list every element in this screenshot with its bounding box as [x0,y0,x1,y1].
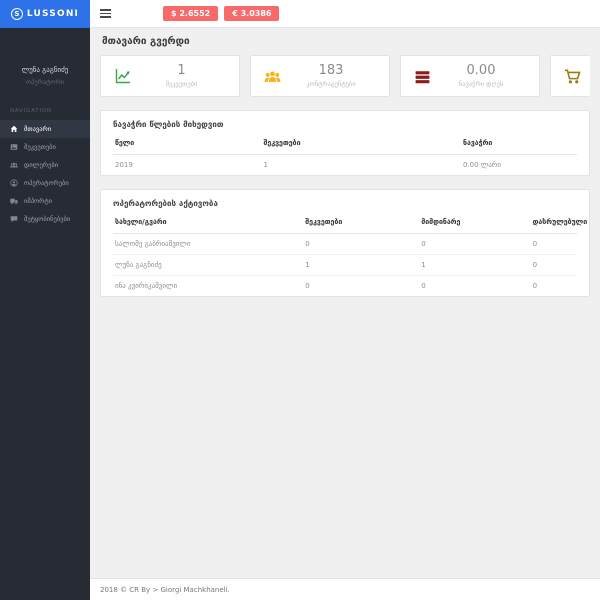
column-header: მიმდინარე [419,211,531,234]
table-header-row: წელი შეკვეთები ნავაჭრი [113,132,577,155]
stat-label: შეკვეთები [165,79,198,88]
table-cell: 1 [303,254,420,276]
user-role: ოპერატორი [25,78,65,86]
sidebar-item-messages[interactable]: შეტყობინებები [0,210,90,228]
sidebar-item-label: იმპორტი [24,197,52,205]
table-cell: სალომე გაბრიაშვილი [113,233,304,255]
operator-icon [10,179,18,187]
sidebar-item-dealers[interactable]: დილერები [0,156,90,174]
column-header: შეკვეთები [261,132,461,155]
user-name: ლუნა გაგნიძე [21,66,69,74]
stat-value: 183 [318,63,344,79]
table-row[interactable]: ლუნა გაგნიძე 1 1 0 [113,254,577,276]
sidebar-item-label: შეტყობინებები [24,215,71,223]
column-header: ნავაჭრი [460,132,577,155]
table-row[interactable]: სალომე გაბრიაშვილი 0 0 0 [113,233,577,255]
main-content: მთავარი გვერდი 1 შეკვეთები 183 კონტრაგენ… [90,28,600,578]
nav-section-label: NAVIGATION [10,108,52,114]
table-cell: 0 [530,233,577,255]
sidebar-item-label: დილერები [24,161,59,169]
table-cell: 0 [305,282,310,290]
footer: 2018 © CR By > Giorgi Machkhaneli. [90,578,600,600]
sidebar-item-orders[interactable]: შეკვეთები [0,138,90,156]
usd-rate-badge: $ 2.6552 [163,6,219,21]
table-cell: ინა კვირიკაშვილი [115,282,178,290]
brand-name: LUSSONI [26,9,80,19]
money-icon [414,68,431,85]
orders-icon [10,144,18,150]
stat-label: ნავაჭრი დღეს [458,79,504,88]
stat-cards: 1 შეკვეთები 183 კონტრაგენტები 0.00 ნავაჭ… [100,55,590,97]
table-row[interactable]: ინა კვირიკაშვილი 0 0 0 [113,276,577,297]
sidebar: ლუნა გაგნიძე ოპერატორი NAVIGATION მთავარ… [0,28,90,600]
panel-title: ოპერატორების აქტივობა [113,199,218,208]
sales-by-year-table: წელი შეკვეთები ნავაჭრი 2019 1 0.00 ლარი [113,132,577,175]
sidebar-item-label: შეკვეთები [24,143,56,151]
cart-icon [564,68,581,85]
table-row[interactable]: 2019 1 0.00 ლარი [113,155,577,176]
table-cell: 1 [419,254,531,276]
messages-icon [10,216,18,222]
sidebar-item-import[interactable]: იმპორტი [0,192,90,210]
eur-rate-badge: € 3.0386 [224,6,280,21]
page-title: მთავარი გვერდი [102,36,190,47]
panel-title: ნავაჭრი წლების მიხედვით [113,120,224,129]
table-cell: 0 [419,233,531,255]
table-cell: 0 [303,233,420,255]
users-icon [10,162,18,168]
stat-value: 0.00 [466,63,496,79]
brand-logo-icon: S [10,8,23,20]
column-header: სახელი/გვარი [113,211,304,234]
sidebar-toggle-button[interactable] [100,7,111,20]
stat-label: კონტრაგენტები [306,79,356,88]
stat-card-cart[interactable] [550,55,590,97]
truck-icon [10,198,18,205]
table-header-row: სახელი/გვარი შეკვეთები მიმდინარე დასრულე… [113,211,587,234]
stat-card-orders[interactable]: 1 შეკვეთები [100,55,240,97]
table-cell: 0 [532,282,538,290]
table-cell: 1 [263,161,268,169]
sidebar-user-block: ლუნა გაგნიძე ოპერატორი [0,28,90,96]
chart-line-icon [114,67,132,85]
sidebar-item-label: ოპერატორები [24,179,69,187]
table-cell: 0.00 ლარი [462,161,501,169]
operators-activity-panel: ოპერატორების აქტივობა სახელი/გვარი შეკვე… [100,189,590,297]
column-header: შეკვეთები [303,211,420,234]
sidebar-item-main[interactable]: მთავარი [0,120,90,138]
sales-by-year-panel: ნავაჭრი წლების მიხედვით წელი შეკვეთები ნ… [100,110,590,176]
footer-credit: 2018 © CR By > Giorgi Machkhaneli. [100,585,230,594]
table-cell: 0 [530,254,577,276]
top-header: $ 2.6552 € 3.0386 [90,0,600,28]
stat-card-sales[interactable]: 0.00 ნავაჭრი დღეს [400,55,540,97]
users-icon [264,68,281,85]
sidebar-nav: მთავარი შეკვეთები დილერები ოპერატორები ი… [0,120,90,228]
sidebar-item-operators[interactable]: ოპერატორები [0,174,90,192]
column-header: დასრულებული [530,211,587,234]
column-header: წელი [113,132,262,155]
home-icon [10,125,18,132]
stat-card-contractors[interactable]: 183 კონტრაგენტები [250,55,390,97]
operators-activity-table: სახელი/გვარი შეკვეთები მიმდინარე დასრულე… [113,211,587,297]
table-cell: ლუნა გაგნიძე [113,254,304,276]
sidebar-item-label: მთავარი [24,125,52,133]
brand-logo[interactable]: S LUSSONI [0,0,90,28]
table-cell: 0 [421,282,426,290]
table-cell: 2019 [115,161,133,169]
currency-badges: $ 2.6552 € 3.0386 [163,6,280,21]
stat-value: 1 [177,63,186,79]
